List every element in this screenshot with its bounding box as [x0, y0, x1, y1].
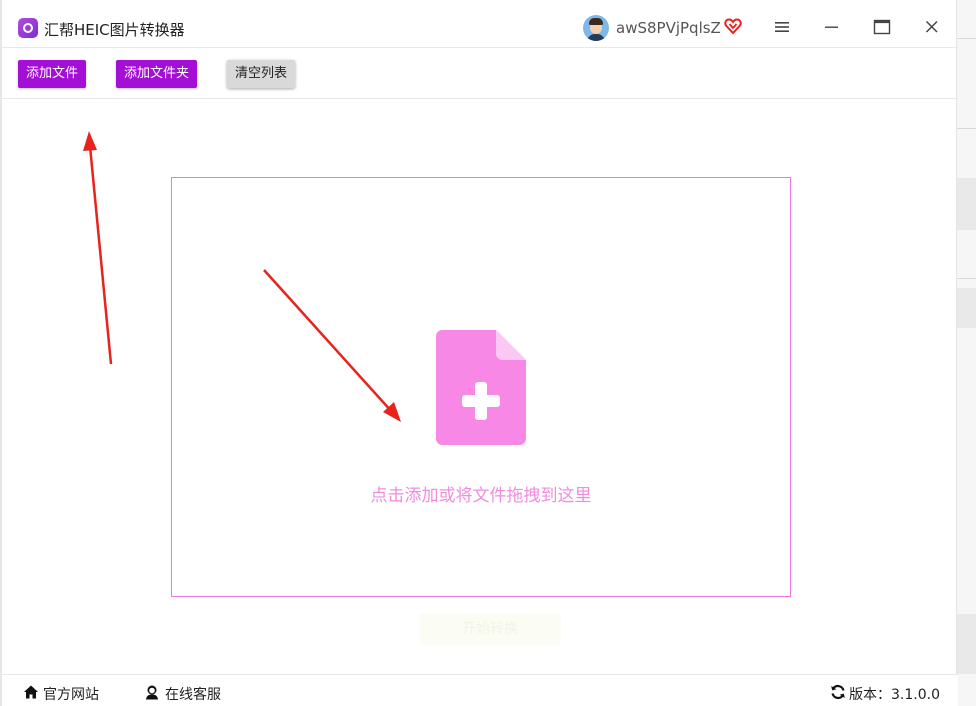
official-site-link[interactable]: 官方网站 — [43, 684, 99, 704]
app-window: 汇帮HEIC图片转换器 awS8PVjPqlsZ 添加文件 添加文件夹 清空列表 — [0, 0, 958, 706]
add-folder-button[interactable]: 添加文件夹 — [116, 60, 197, 88]
add-file-button[interactable]: 添加文件 — [18, 60, 86, 88]
maximize-icon[interactable] — [872, 17, 892, 37]
online-service-link[interactable]: 在线客服 — [165, 684, 221, 704]
start-convert-button[interactable]: 开始转换 — [419, 613, 561, 645]
drop-hint-text: 点击添加或将文件拖拽到这里 — [370, 486, 592, 506]
user-avatar[interactable] — [583, 15, 609, 41]
title-bar: 汇帮HEIC图片转换器 awS8PVjPqlsZ — [2, 0, 958, 48]
background-window-edge — [956, 0, 976, 706]
toolbar: 添加文件 添加文件夹 清空列表 — [2, 49, 958, 99]
file-plus-icon[interactable] — [436, 330, 527, 445]
close-icon[interactable] — [922, 17, 942, 37]
refresh-icon[interactable] — [830, 684, 846, 700]
file-drop-zone[interactable]: 点击添加或将文件拖拽到这里 — [171, 177, 791, 597]
minimize-icon[interactable] — [822, 17, 842, 37]
customer-service-icon[interactable] — [144, 684, 160, 700]
app-logo-icon — [18, 18, 38, 38]
home-icon[interactable] — [23, 684, 39, 700]
menu-icon[interactable] — [772, 17, 792, 37]
vip-heart-icon[interactable] — [724, 17, 742, 35]
username[interactable]: awS8PVjPqlsZ — [616, 19, 721, 37]
clear-list-button[interactable]: 清空列表 — [227, 60, 295, 88]
app-title: 汇帮HEIC图片转换器 — [44, 21, 185, 39]
arrow-to-add-file-icon — [83, 131, 113, 365]
status-bar: 官方网站 在线客服 版本：3.1.0.0 — [2, 674, 958, 706]
version-label: 版本：3.1.0.0 — [849, 687, 940, 703]
